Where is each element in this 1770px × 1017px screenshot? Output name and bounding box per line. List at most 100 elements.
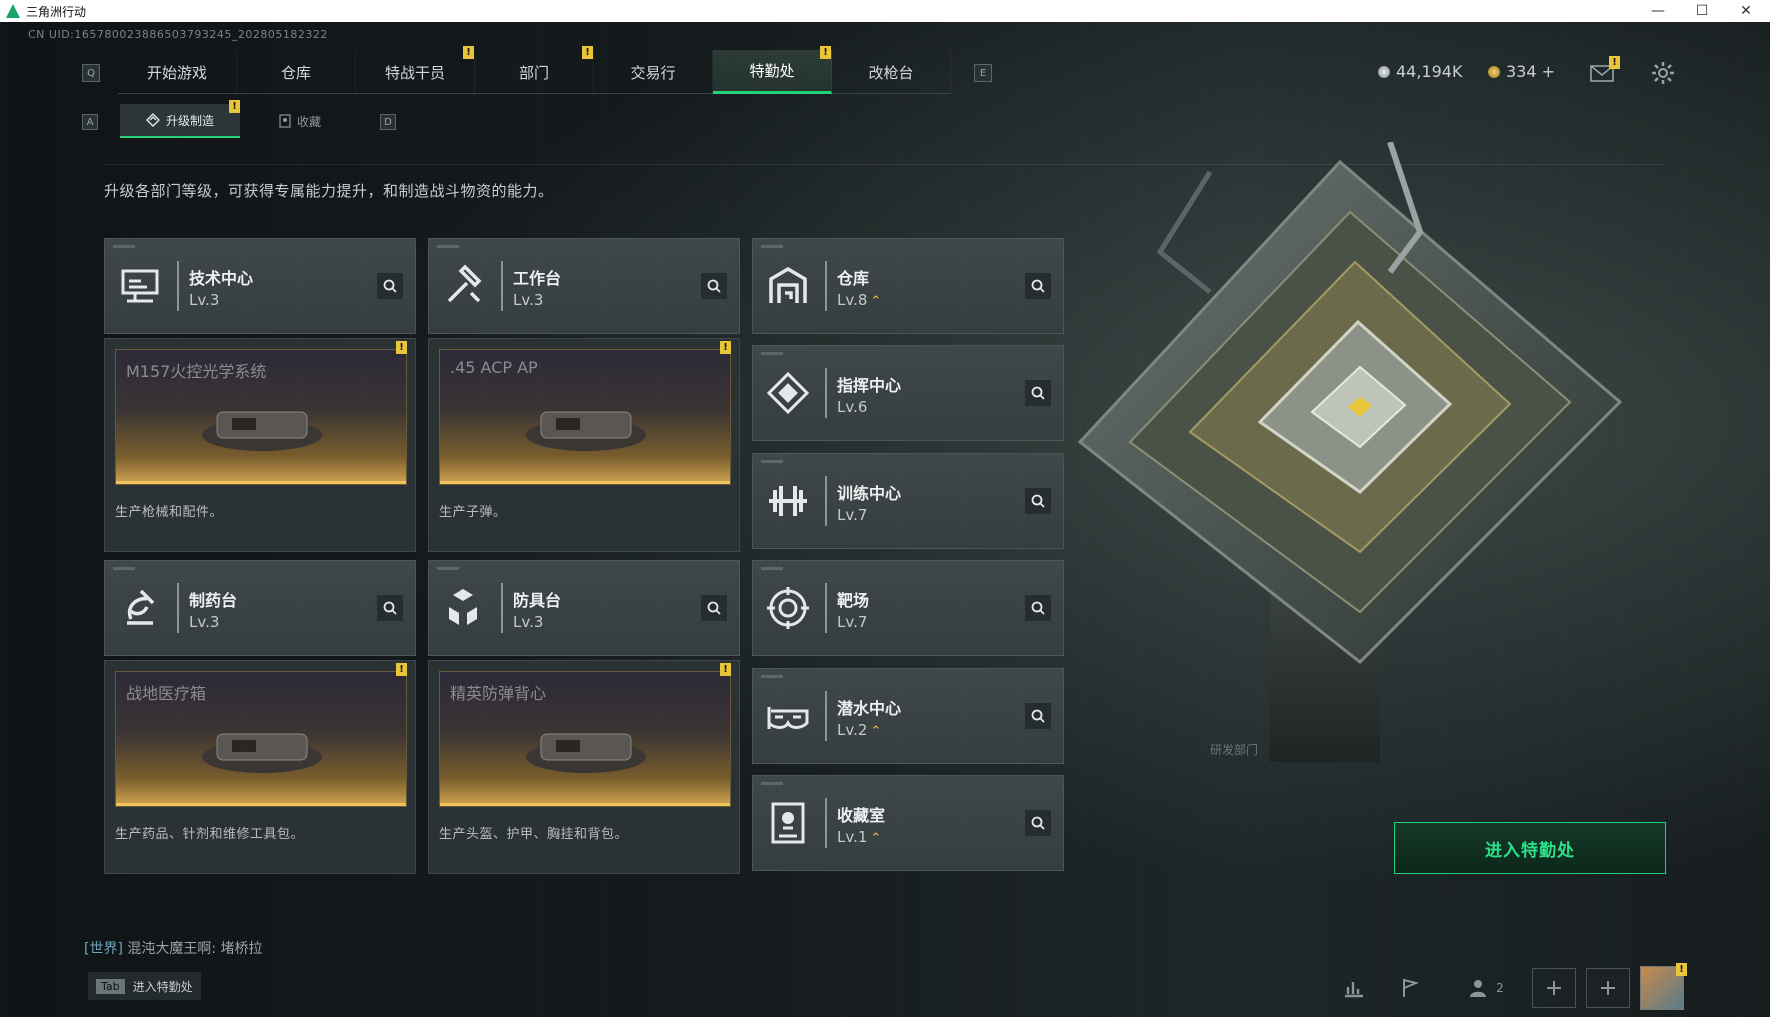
tab-department[interactable]: 部门!: [475, 46, 594, 94]
search-icon: [1031, 601, 1045, 615]
plus-icon: [1601, 981, 1615, 995]
nav-prev-key: Q: [82, 64, 100, 82]
card-divider: [501, 261, 503, 311]
tab-gunsmith[interactable]: 改枪台: [832, 50, 951, 94]
card-divider: [825, 798, 827, 848]
card-workbench-production[interactable]: .45 ACP AP! 生产子弹。: [428, 338, 740, 552]
player-avatar[interactable]: !: [1640, 963, 1687, 1010]
facility-name: 靶场: [837, 591, 870, 611]
facility-search-button[interactable]: [1025, 702, 1051, 729]
card-armor-bench[interactable]: 防具台 Lv.3: [428, 560, 740, 656]
card-divider: [177, 583, 179, 633]
facility-search-button[interactable]: [377, 273, 403, 299]
card-tech-center[interactable]: 技术中心 Lv.3: [104, 238, 416, 334]
facility-level: Lv.3: [189, 291, 219, 309]
search-icon: [707, 601, 721, 615]
product-name: .45 ACP AP: [450, 358, 538, 377]
card-pharmacy[interactable]: 制药台 Lv.3: [104, 560, 416, 656]
token-balance[interactable]: 334 +: [1488, 62, 1555, 81]
card-armor-bench-production[interactable]: 精英防弹背心! 生产头盔、护甲、胸挂和背包。: [428, 660, 740, 874]
facility-search-button[interactable]: [701, 273, 727, 299]
facility-search-button[interactable]: [1025, 487, 1051, 514]
shooting-range-icon: [767, 587, 809, 630]
card-corner-mark: [761, 567, 783, 571]
main-nav: 开始游戏 仓库 特战干员! 部门! 交易行 特勤处! 改枪台: [118, 46, 951, 94]
tab-start-game[interactable]: 开始游戏: [118, 50, 237, 94]
facility-name: 指挥中心: [837, 376, 902, 396]
tab-operators[interactable]: 特战干员!: [356, 46, 475, 94]
tab-collection[interactable]: 收藏: [240, 104, 360, 138]
card-pharmacy-production[interactable]: 战地医疗箱! 生产药品、针剂和维修工具包。: [104, 660, 416, 874]
tab-key: Tab: [96, 978, 125, 994]
card-command-center[interactable]: 指挥中心 Lv.6: [752, 345, 1064, 442]
tab-trading[interactable]: 交易行: [594, 50, 713, 94]
collection-room-icon: [771, 802, 805, 844]
tab-upgrade-craft[interactable]: 升级制造 !: [120, 100, 240, 138]
product-image: 精英防弹背心: [439, 671, 731, 807]
tab-enter-hint[interactable]: Tab 进入特勤处: [88, 972, 201, 1000]
card-workbench[interactable]: 工作台 Lv.3: [428, 238, 740, 334]
tab-special-ops[interactable]: 特勤处!: [713, 46, 832, 94]
tab-upgrade-craft-label: 升级制造: [165, 113, 214, 128]
diving-center-icon: [767, 706, 809, 729]
workbench-icon-wrap: [441, 263, 487, 309]
token-icon: [1488, 65, 1500, 78]
gear-icon: [1652, 62, 1674, 84]
card-corner-mark: [113, 245, 135, 248]
pharmacy-icon-wrap: [117, 585, 163, 631]
upgrade-available-icon: ⌃: [870, 831, 882, 846]
add-teammate-button-1[interactable]: [1532, 968, 1576, 1008]
app-logo-icon: [6, 4, 20, 18]
card-diving-center[interactable]: 潜水中心 Lv.2 ⌃: [752, 667, 1064, 764]
squad-button[interactable]: 2: [1456, 968, 1516, 1008]
facility-name: 收藏室: [837, 806, 886, 825]
facility-search-button[interactable]: [1025, 595, 1051, 622]
minimize-button[interactable]: —: [1636, 0, 1680, 22]
nav-badge: !: [463, 46, 474, 59]
search-icon: [383, 601, 397, 615]
nav-badge: !: [820, 46, 831, 59]
card-corner-mark: [761, 782, 783, 785]
product-badge: !: [396, 341, 407, 354]
card-training-center[interactable]: 训练中心 Lv.7: [752, 452, 1064, 549]
mail-button[interactable]: !: [1588, 56, 1620, 88]
product-name: 精英防弹背心: [450, 684, 547, 703]
tech-center-icon: [121, 269, 159, 303]
token-amount: 334 +: [1506, 62, 1556, 81]
upgrade-available-icon: ⌃: [870, 723, 882, 739]
facility-search-button[interactable]: [1025, 380, 1051, 407]
facility-level-text: Lv.7: [837, 613, 868, 632]
world-chat[interactable]: [世界] 混沌大魔王啊: 堵桥拉: [84, 938, 263, 958]
stats-button[interactable]: [1332, 968, 1376, 1008]
coin-balance[interactable]: 44,194K: [1378, 62, 1462, 81]
facility-search-button[interactable]: [1025, 810, 1051, 836]
search-icon: [1031, 386, 1045, 401]
warehouse-icon: [769, 266, 807, 303]
card-tech-center-production[interactable]: M157火控光学系统! 生产枪械和配件。: [104, 338, 416, 552]
avatar-badge: !: [1676, 963, 1687, 976]
player-uid: CN UID:1657800238865037932​45_2028051823…: [28, 28, 328, 41]
tab-collection-label: 收藏: [296, 114, 321, 129]
card-warehouse[interactable]: 仓库 Lv.8 ⌃: [752, 238, 1064, 334]
facility-search-button[interactable]: [701, 595, 727, 621]
nav-next-key: E: [974, 64, 992, 82]
product-name: M157火控光学系统: [126, 362, 267, 381]
add-teammate-button-2[interactable]: [1586, 968, 1630, 1008]
enter-special-ops-button[interactable]: 进入特勤处: [1394, 822, 1666, 874]
tab-warehouse[interactable]: 仓库: [237, 50, 356, 94]
facility-search-button[interactable]: [1025, 273, 1051, 299]
close-button[interactable]: ✕: [1724, 0, 1768, 22]
tab-trading-label: 交易行: [630, 63, 676, 82]
flag-button[interactable]: [1388, 968, 1432, 1008]
card-shooting-range[interactable]: 靶场 Lv.7: [752, 560, 1064, 657]
card-divider: [825, 690, 827, 741]
maximize-button[interactable]: ☐: [1680, 0, 1724, 22]
card-corner-mark: [113, 567, 135, 570]
coin-icon: [1378, 65, 1390, 78]
card-collection-room[interactable]: 收藏室 Lv.1 ⌃: [752, 775, 1064, 871]
facility-search-button[interactable]: [377, 595, 403, 621]
search-icon: [383, 279, 397, 293]
facility-level: Lv.3: [513, 613, 543, 631]
facility-level: Lv.7: [837, 506, 867, 524]
settings-button[interactable]: [1648, 58, 1678, 88]
